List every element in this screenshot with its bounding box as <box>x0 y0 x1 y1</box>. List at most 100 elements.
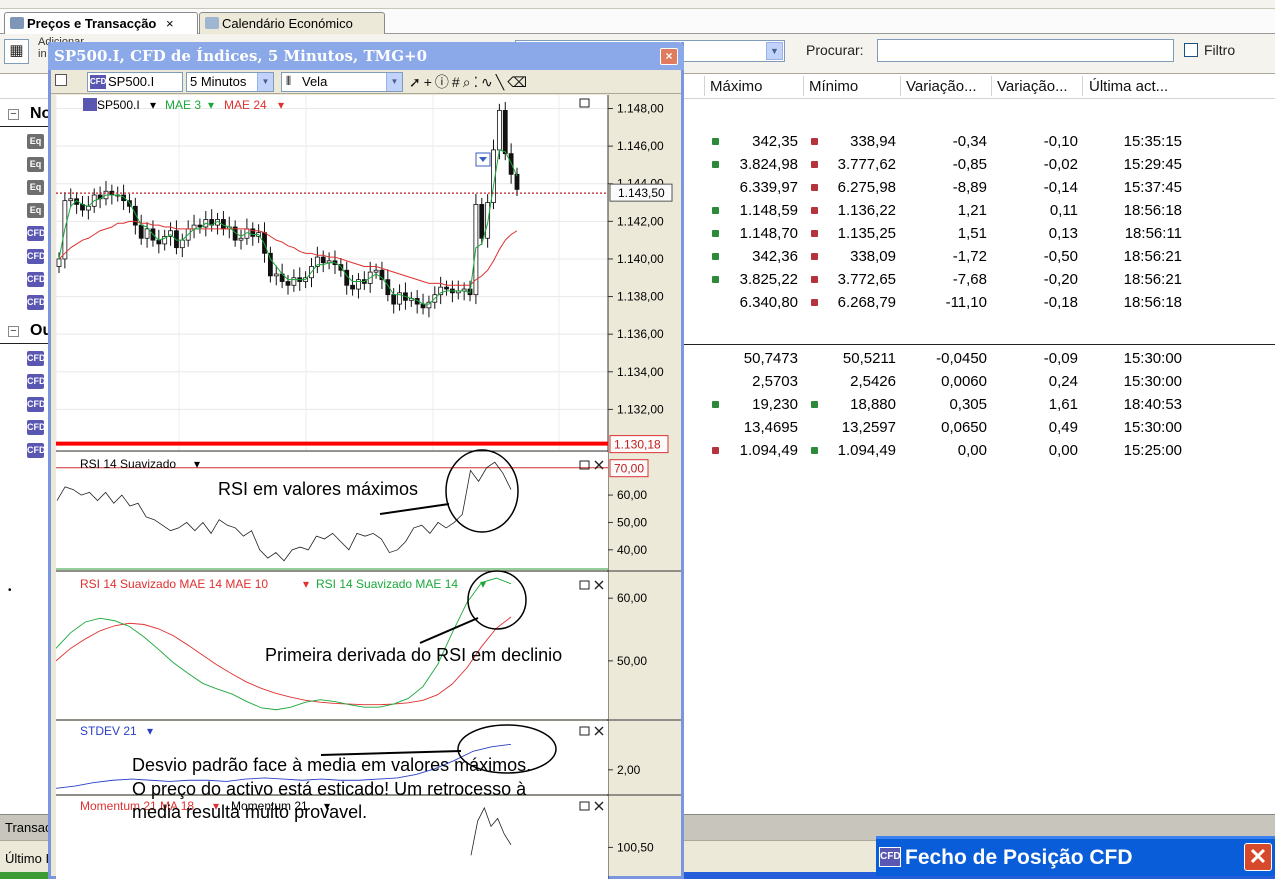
column-header-variacao-pct[interactable]: Variação... <box>997 78 1068 95</box>
cell-ultima-actualizacao: 15:25:00 <box>1123 442 1182 459</box>
column-separator <box>803 76 804 96</box>
filter-checkbox[interactable] <box>1184 43 1198 57</box>
grid-layout-button[interactable]: ▦ <box>4 39 29 64</box>
rsi-mae-legend-red[interactable]: RSI 14 Suavizado MAE 14 MAE 10 <box>80 577 268 591</box>
cfd-icon: CFD <box>27 443 46 458</box>
indicator-icon[interactable]: ∿ <box>481 74 496 90</box>
chart-sync-checkbox[interactable] <box>55 74 67 86</box>
candle-body <box>350 284 355 290</box>
candle-body <box>144 228 150 239</box>
zoom-icon[interactable]: ⌕ <box>463 74 474 90</box>
axis-tick-label: 60,00 <box>617 591 647 605</box>
axis-tick-label: 1.148,00 <box>617 102 664 116</box>
tick-up-icon <box>811 447 818 454</box>
legend-symbol[interactable]: SP500.I <box>97 98 140 112</box>
column-header-minimo[interactable]: Mínimo <box>809 78 858 95</box>
axis-tick-label: 50,00 <box>617 654 647 668</box>
candle-body <box>444 286 449 290</box>
candle-body <box>285 281 291 286</box>
chart-interval-select[interactable]: 5 Minutos ▼ <box>186 72 274 92</box>
annotation-text-stdev-3: media resulta muito provavel. <box>132 802 367 822</box>
tick-down-icon <box>811 161 818 168</box>
rsi-mae-axis: 60,00 50,00 <box>608 591 647 668</box>
cell-ultima-actualizacao: 15:29:45 <box>1123 156 1182 173</box>
cell-variacao-pct: -0,02 <box>1043 156 1078 173</box>
cell-variacao: 0,00 <box>957 442 987 459</box>
chart-canvas[interactable]: 1.148,001.146,001.144,001.142,001.140,00… <box>51 95 681 879</box>
close-button[interactable]: ✕ <box>1244 843 1272 871</box>
candle-body <box>496 110 502 151</box>
tick-up-icon <box>712 401 719 408</box>
column-header-maximo[interactable]: Máximo <box>710 78 763 95</box>
info-icon[interactable]: ⓘ <box>435 74 452 90</box>
legend-caret[interactable]: ▾ <box>194 457 200 471</box>
column-header-ultima-actualizacao[interactable]: Última act... <box>1089 78 1168 95</box>
tab-precos-transaccao[interactable]: Preços e Transacção × <box>4 12 198 34</box>
cell-variacao-pct: -0,20 <box>1043 271 1078 288</box>
cell-variacao: -11,10 <box>945 294 987 311</box>
legend-caret[interactable]: ▾ <box>480 577 486 591</box>
cell-minimo: 50,5211 <box>842 350 896 367</box>
grid-icon[interactable]: # <box>452 74 463 90</box>
legend-mae24[interactable]: MAE 24 <box>224 98 267 112</box>
price-plot-area <box>56 95 608 451</box>
cell-ultima-actualizacao: 15:30:00 <box>1123 373 1182 390</box>
cell-maximo: 19,230 <box>752 396 798 413</box>
drawing-tools: ➚+ⓘ#⌕⁚∿╲⌫ <box>409 72 530 92</box>
cell-minimo: 2,5426 <box>850 373 896 390</box>
chart-title-bar[interactable]: SP500.I, CFD de Índices, 5 Minutos, TMG+… <box>48 42 684 70</box>
rsi-mae-legend-green[interactable]: RSI 14 Suavizado MAE 14 <box>316 577 458 591</box>
chart-type-select[interactable]: ⫴ Vela ▼ <box>281 72 403 92</box>
legend-caret[interactable]: ▾ <box>147 724 153 738</box>
cell-variacao-pct: 0,11 <box>1049 202 1078 219</box>
stdev-legend[interactable]: STDEV 21 <box>80 724 137 738</box>
filter-label: Filtro <box>1204 42 1236 58</box>
cell-minimo: 6.275,98 <box>837 179 896 196</box>
search-input[interactable] <box>877 39 1174 62</box>
annotation-text-stdev-2: O preço do activo está esticado! Um retr… <box>132 779 527 799</box>
cfd-icon: CFD <box>27 226 46 241</box>
tab-bar: Preços e Transacção × Calendário Económi… <box>0 9 1275 34</box>
legend-caret[interactable]: ▾ <box>208 98 214 112</box>
legend-caret[interactable]: ▾ <box>150 98 156 112</box>
axis-tick-label: 60,00 <box>617 488 647 502</box>
eraser-icon[interactable]: ⌫ <box>507 74 530 90</box>
group-collapse-toggle[interactable]: − <box>8 326 19 337</box>
cell-maximo: 13,4695 <box>743 419 798 436</box>
group-collapse-toggle[interactable]: − <box>8 109 19 120</box>
line-tool-icon[interactable]: ╲ <box>496 74 507 90</box>
crosshair-icon[interactable]: + <box>424 74 435 90</box>
rsi-legend[interactable]: RSI 14 Suavizado <box>80 457 176 471</box>
fecho-posicao-cfd-window[interactable]: CFD Fecho de Posição CFD ✕ <box>876 836 1275 876</box>
legend-caret[interactable]: ▾ <box>278 98 284 112</box>
stdev-axis: 2,00 <box>608 763 641 777</box>
cfd-icon: CFD <box>27 351 46 366</box>
candle-body <box>273 273 279 277</box>
cell-minimo: 338,09 <box>850 248 896 265</box>
legend-mae3[interactable]: MAE 3 <box>165 98 201 112</box>
equity-icon: Eq <box>27 157 44 172</box>
cell-variacao: 0,0650 <box>941 419 987 436</box>
tab-calendario-economico[interactable]: Calendário Económico <box>199 12 385 34</box>
pointer-icon[interactable]: ➚ <box>409 74 424 90</box>
legend-caret[interactable]: ▾ <box>303 577 309 591</box>
cfd-icon: CFD <box>27 420 46 435</box>
ratio-icon[interactable]: ⁚ <box>474 74 481 90</box>
cfd-icon: CFD <box>27 374 46 389</box>
axis-tick-label: 1.136,00 <box>617 327 664 341</box>
chart-window[interactable]: SP500.I, CFD de Índices, 5 Minutos, TMG+… <box>48 42 684 879</box>
tick-up-icon <box>712 161 719 168</box>
axis-tick-label: 2,00 <box>617 763 641 777</box>
column-header-variacao[interactable]: Variação... <box>906 78 977 95</box>
equity-icon: Eq <box>27 134 44 149</box>
cell-ultima-actualizacao: 18:56:18 <box>1123 294 1182 311</box>
cell-maximo: 1.094,49 <box>739 442 798 459</box>
tick-down-icon <box>811 184 818 191</box>
chevron-down-icon: ▼ <box>766 42 783 60</box>
annotation-text-stdev-1: Desvio padrão face à media em valores má… <box>132 755 531 775</box>
window-top-strip <box>0 0 1275 9</box>
chart-symbol-input[interactable]: CFD SP500.I <box>87 72 183 92</box>
tab-close-icon[interactable]: × <box>166 16 174 31</box>
support-price-label: 1.130,18 <box>614 438 661 452</box>
chart-close-button[interactable]: × <box>660 48 678 65</box>
